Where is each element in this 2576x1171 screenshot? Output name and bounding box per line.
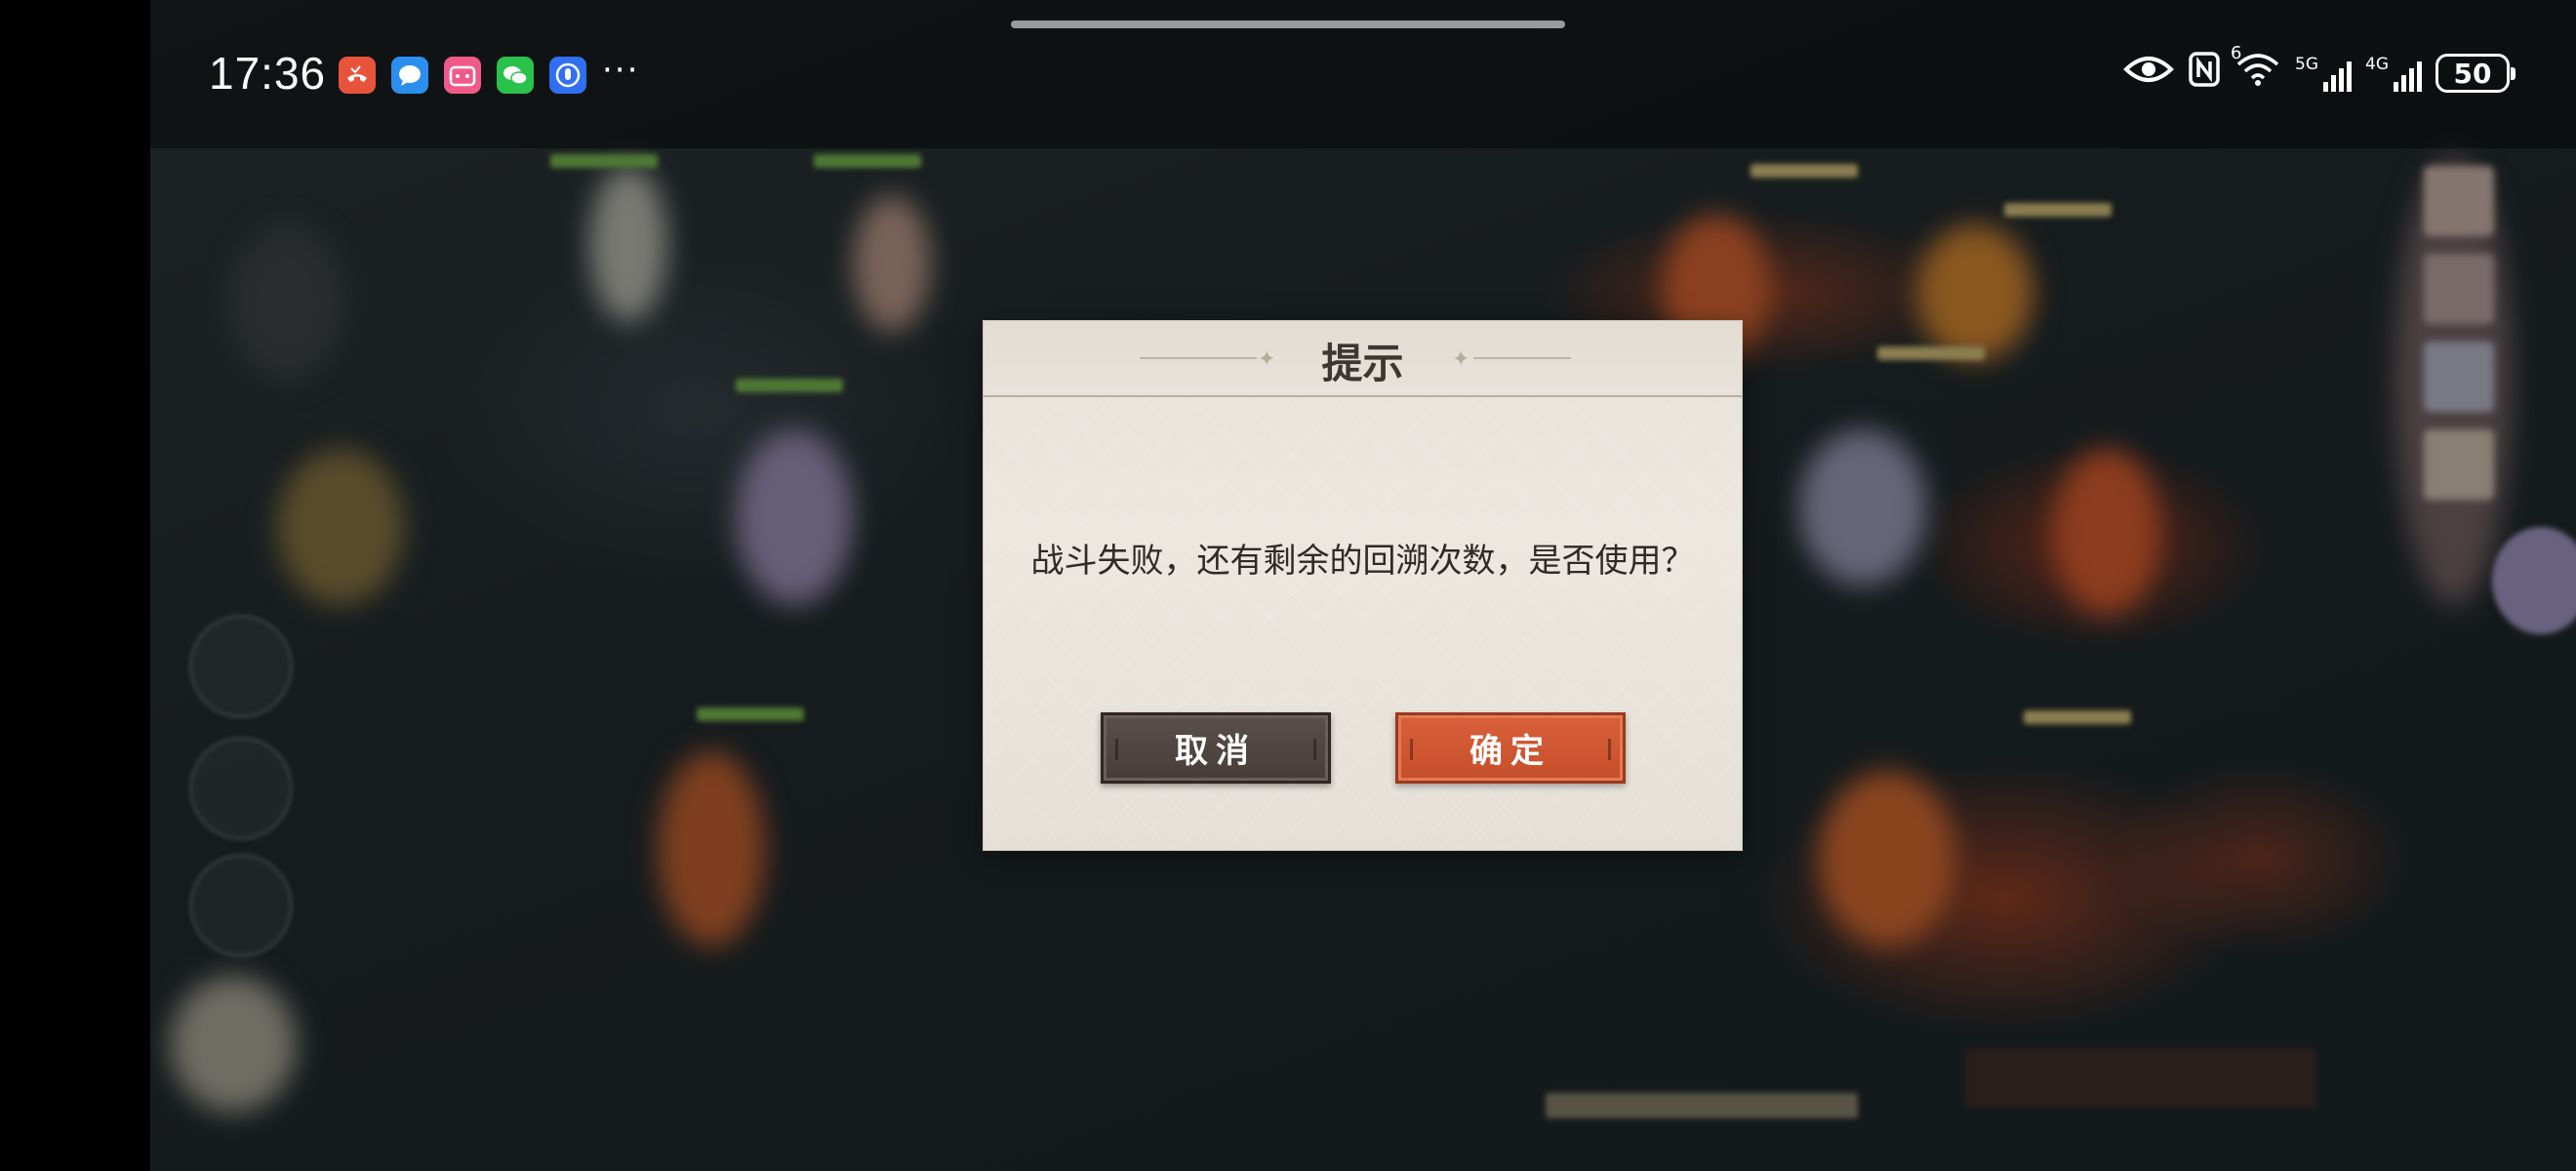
more-notifications-icon: ···: [602, 51, 640, 90]
confirm-label: 确定: [1469, 732, 1551, 771]
dialog-message: 战斗失败，还有剩余的回溯次数，是否使用？: [1030, 542, 1695, 581]
dialog-title: 提示: [1321, 340, 1404, 387]
missed-call-icon: [339, 57, 376, 94]
wifi-badge: 6: [2231, 43, 2242, 63]
wechat-icon: [497, 57, 534, 94]
cancel-button[interactable]: 取消: [1101, 712, 1331, 784]
battery-icon: 50: [2435, 54, 2516, 93]
button-edge-mark: [1313, 739, 1316, 760]
nfc-icon: [2188, 51, 2221, 96]
bilibili-icon: [444, 57, 481, 94]
messages-icon: [391, 57, 428, 94]
dialog-header: ✦ ✦ 提示: [984, 321, 1742, 397]
status-indicators: 6 5G 4G 50: [2123, 43, 2516, 96]
hand-app-icon: [549, 57, 586, 94]
prompt-dialog: ✦ ✦ 提示 战斗失败，还有剩余的回溯次数，是否使用？ 取消 确定: [984, 321, 1742, 850]
battery-level: 50: [2453, 57, 2492, 90]
button-edge-mark: [1410, 739, 1413, 760]
button-edge-mark: [1115, 739, 1118, 760]
wifi-icon: 6: [2231, 43, 2281, 96]
status-time: 17:36: [209, 48, 327, 99]
gesture-handle[interactable]: [1011, 20, 1565, 28]
signal-4g-icon: 4G: [2365, 55, 2422, 92]
signal-5g-icon: 5G: [2295, 55, 2352, 92]
button-edge-mark: [1608, 739, 1611, 760]
screen-bezel: [0, 0, 150, 1171]
cancel-label: 取消: [1175, 732, 1257, 771]
confirm-button[interactable]: 确定: [1395, 712, 1626, 784]
eye-icon: [2123, 52, 2174, 95]
